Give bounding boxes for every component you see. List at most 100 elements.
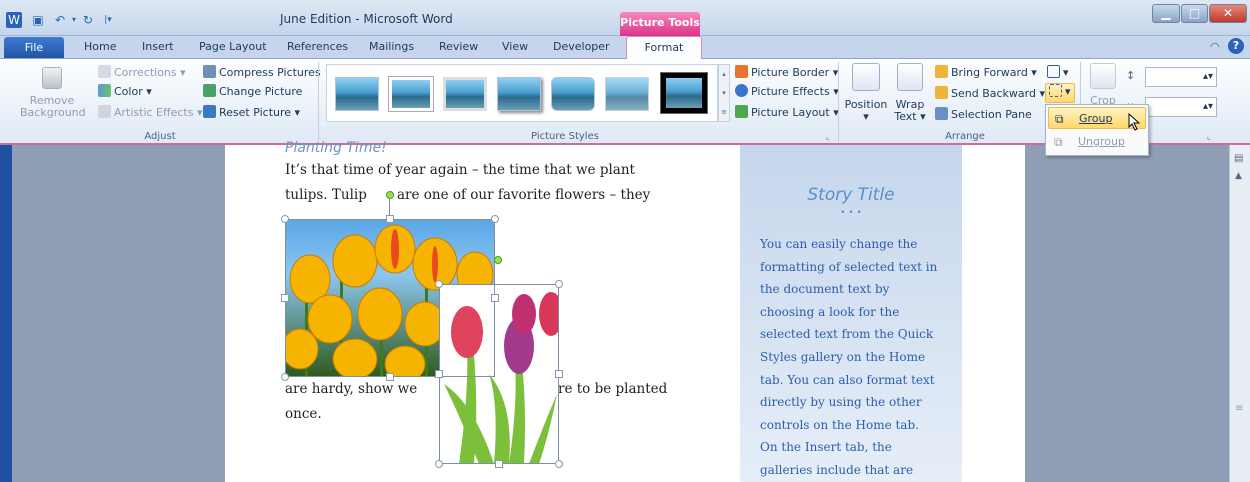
position-icon — [852, 63, 880, 91]
sidebar-line: directly by using the other — [760, 395, 922, 410]
story-sidebar[interactable]: Story Title • • • You can easily change … — [740, 145, 962, 482]
remove-background-button[interactable]: Remove Background — [20, 67, 86, 119]
picture-border-label: Picture Border — [751, 66, 830, 79]
sidebar-line: You can easily change the — [760, 237, 918, 251]
style-thumb-7[interactable] — [660, 72, 708, 114]
tab-view[interactable]: View — [502, 36, 528, 59]
align-button[interactable]: ▾ — [1047, 65, 1069, 81]
picture-styles-gallery[interactable] — [326, 64, 718, 122]
sidebar-line: controls on the Home tab. — [760, 417, 919, 432]
corrections-button[interactable]: Corrections ▾ — [98, 65, 186, 81]
color-button[interactable]: Color ▾ — [98, 84, 152, 100]
vertical-scrollbar[interactable]: ▤ ▲ ≡ — [1229, 145, 1250, 482]
sidebar-line: galleries include that are — [760, 463, 914, 477]
shape-width-input[interactable]: ▴▾ — [1145, 97, 1217, 117]
picture-effects-button[interactable]: Picture Effects ▾ — [735, 84, 839, 100]
resize-handle[interactable] — [435, 460, 443, 468]
resize-handle[interactable] — [281, 373, 289, 381]
close-button[interactable]: ✕ — [1209, 4, 1247, 23]
style-thumb-4[interactable] — [497, 77, 541, 111]
resize-handle[interactable] — [435, 280, 443, 288]
gallery-scroll[interactable]: ▴ ▾ ≡ — [718, 64, 730, 122]
send-backward-button[interactable]: Send Backward ▾ — [935, 86, 1045, 102]
tab-page-layout[interactable]: Page Layout — [199, 36, 267, 59]
style-thumb-6[interactable] — [605, 77, 649, 111]
adjust-group-label: Adjust — [144, 131, 176, 142]
tab-review[interactable]: Review — [439, 36, 478, 59]
change-picture-button[interactable]: Change Picture — [203, 84, 302, 100]
scroll-up-arrow-icon[interactable]: ▲ — [1235, 171, 1242, 181]
bring-forward-label: Bring Forward — [951, 66, 1028, 79]
compress-pictures-label: Compress Pictures — [219, 66, 321, 79]
word-app-icon[interactable]: W — [6, 12, 22, 28]
resize-handle[interactable] — [386, 373, 394, 381]
window-title: June Edition - Microsoft Word — [280, 12, 453, 26]
resize-handle[interactable] — [386, 215, 394, 223]
resize-handle[interactable] — [435, 370, 443, 378]
reset-picture-button[interactable]: Reset Picture ▾ — [203, 105, 300, 121]
compress-pictures-button[interactable]: Compress Pictures — [203, 65, 321, 81]
artistic-effects-button[interactable]: Artistic Effects ▾ — [98, 105, 202, 121]
style-thumb-2[interactable] — [389, 77, 433, 111]
corrections-icon — [98, 65, 111, 78]
tab-format[interactable]: Format — [626, 36, 702, 60]
picture-effects-label: Picture Effects — [751, 85, 830, 98]
rotate-handle-2[interactable] — [494, 256, 502, 264]
tab-insert[interactable]: Insert — [142, 36, 174, 59]
redo-icon[interactable]: ↻ — [80, 12, 96, 28]
picture-styles-launcher-icon[interactable]: ⌞ — [826, 132, 830, 141]
save-icon[interactable]: ▣ — [30, 12, 46, 28]
group-objects-button[interactable]: ▾ — [1045, 83, 1075, 103]
picture-border-button[interactable]: Picture Border ▾ — [735, 65, 838, 81]
bring-forward-button[interactable]: Bring Forward ▾ — [935, 65, 1037, 81]
picture-layout-label: Picture Layout — [751, 106, 830, 119]
resize-handle[interactable] — [495, 460, 503, 468]
maximize-button[interactable]: □ — [1181, 4, 1208, 23]
customize-qat-icon[interactable]: |▾ — [100, 12, 116, 28]
minimize-ribbon-icon[interactable]: ◠ — [1210, 40, 1220, 53]
resize-handle[interactable] — [281, 215, 289, 223]
tab-mailings[interactable]: Mailings — [369, 36, 414, 59]
resize-handle[interactable] — [555, 460, 563, 468]
resize-handle[interactable] — [491, 294, 499, 302]
wrap-text-icon — [897, 63, 923, 91]
selection-pane-icon — [935, 107, 948, 120]
sidebar-line: Styles gallery on the Home — [760, 350, 926, 364]
style-thumb-5[interactable] — [551, 77, 595, 111]
color-label: Color — [114, 85, 143, 98]
scroll-thumb-grip-icon[interactable]: ≡ — [1235, 403, 1243, 414]
menu-item-ungroup[interactable]: ⧉ Ungroup — [1048, 131, 1146, 153]
position-button[interactable]: Position ▾ — [843, 63, 889, 123]
tab-references[interactable]: References — [287, 36, 348, 59]
picture-layout-button[interactable]: Picture Layout ▾ — [735, 105, 839, 121]
selection-pane-button[interactable]: Selection Pane — [935, 107, 1032, 123]
resize-handle[interactable] — [555, 280, 563, 288]
menu-item-ungroup-label: Ungroup — [1078, 135, 1125, 148]
tab-file[interactable]: File — [4, 37, 64, 58]
tab-home[interactable]: Home — [84, 36, 116, 59]
minimize-button[interactable]: ▁ — [1152, 4, 1180, 23]
help-icon[interactable]: ? — [1228, 38, 1244, 54]
rotate-handle[interactable] — [386, 191, 394, 199]
ruler-toggle-icon[interactable]: ▤ — [1234, 153, 1243, 164]
body-line-2a: tulips. Tulip — [285, 187, 367, 203]
resize-handle[interactable] — [555, 370, 563, 378]
body-line-2b: are one of our favorite flowers – they — [397, 187, 651, 203]
change-picture-label: Change Picture — [219, 85, 303, 98]
style-thumb-3[interactable] — [443, 77, 487, 111]
shape-height-input[interactable]: ▴▾ — [1145, 67, 1217, 87]
mouse-cursor-icon — [1128, 113, 1141, 131]
tab-developer[interactable]: Developer — [553, 36, 610, 59]
wrap-text-button[interactable]: Wrap Text ▾ — [890, 63, 930, 123]
size-launcher-icon[interactable]: ⌞ — [1207, 132, 1211, 141]
position-label: Position — [844, 98, 888, 111]
resize-handle[interactable] — [491, 215, 499, 223]
crop-button[interactable]: Crop — [1085, 63, 1121, 107]
body-line-3a: are hardy, show we — [285, 381, 418, 397]
reset-picture-icon — [203, 105, 216, 118]
selection-frame-pink — [439, 284, 559, 464]
resize-handle[interactable] — [281, 294, 289, 302]
style-thumb-1[interactable] — [335, 77, 379, 111]
color-icon — [98, 84, 111, 97]
remove-background-icon — [42, 67, 62, 89]
